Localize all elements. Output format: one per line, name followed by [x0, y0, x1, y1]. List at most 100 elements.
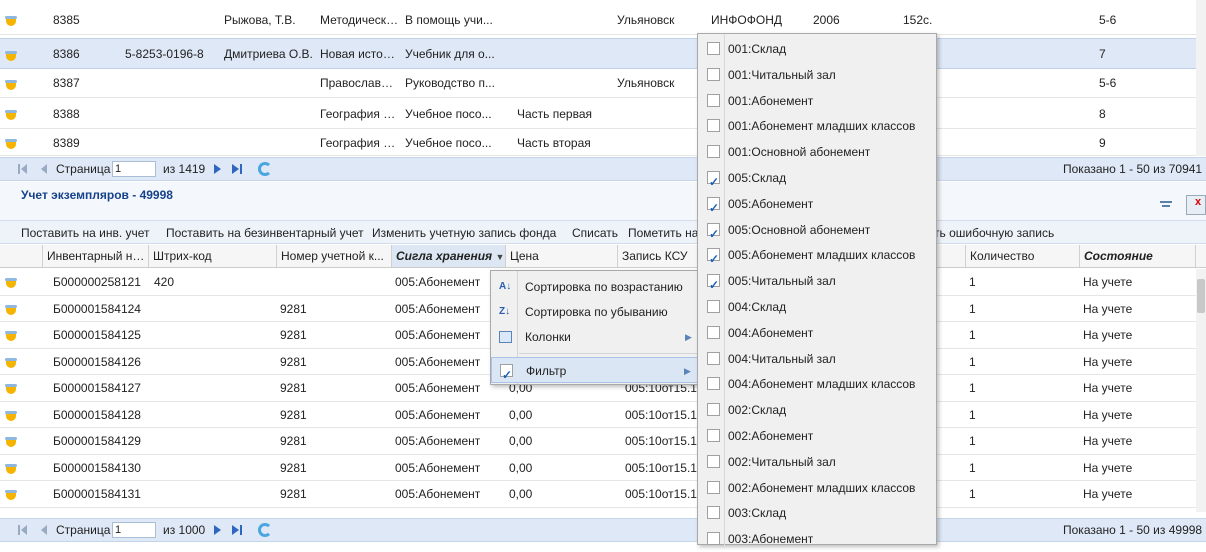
filter-lines-icon[interactable]: [1160, 201, 1172, 203]
table-row[interactable]: Б000001584128 9281 005:Абонемент 0,00 005:10…: [0, 402, 1206, 428]
filter-option[interactable]: 005:Склад: [698, 165, 936, 195]
bottom-grid-scrollbar[interactable]: [1196, 269, 1206, 512]
next-page-icon[interactable]: [214, 525, 221, 535]
cell-state: На учете: [1083, 354, 1133, 369]
page-input[interactable]: 1: [112, 522, 156, 538]
first-page-arrow-icon[interactable]: [21, 525, 27, 535]
checkbox-unchecked-icon[interactable]: [707, 403, 720, 417]
filter-option-label: 004:Читальный зал: [728, 351, 836, 366]
table-row[interactable]: 8389 География Бе... Учебное посо... Часть …: [0, 130, 1206, 156]
filter-option[interactable]: 003:Склад: [698, 500, 936, 526]
header-inv[interactable]: Инвентарный но...: [43, 245, 149, 267]
register-inv-button[interactable]: Поставить на инв. учет: [21, 226, 150, 240]
checkbox-unchecked-icon[interactable]: [707, 506, 720, 520]
prev-page-icon[interactable]: [41, 525, 47, 535]
table-row[interactable]: Б000001584129 9281 005:Абонемент 0,00 005:10…: [0, 428, 1206, 455]
table-row[interactable]: Б000001584131 9281 005:Абонемент 0,00 005:10…: [0, 481, 1206, 508]
mark-erroneous-button[interactable]: ть ошибочную запись: [934, 226, 1054, 240]
checkbox-checked-icon[interactable]: [707, 246, 720, 272]
write-off-button[interactable]: Списать: [572, 226, 618, 240]
header-qty[interactable]: Количество: [966, 245, 1080, 267]
filter-option[interactable]: 005:Абонемент младших классов: [698, 242, 936, 272]
first-page-icon[interactable]: [18, 525, 20, 535]
filter-option[interactable]: 001:Склад: [698, 36, 936, 62]
header-ksu[interactable]: Запись КСУ: [618, 245, 698, 267]
cell-inv: Б000000258121: [53, 275, 141, 289]
cell-inv: Б000001584128: [53, 407, 141, 422]
header-price[interactable]: Цена: [506, 245, 618, 267]
cell-state: На учете: [1083, 407, 1133, 422]
menu-columns[interactable]: Колонки ▶: [491, 324, 699, 350]
checkbox-checked-icon[interactable]: [707, 221, 720, 247]
checkbox-unchecked-icon[interactable]: [707, 429, 720, 442]
last-page-icon[interactable]: [240, 164, 242, 174]
filter-option[interactable]: 004:Абонемент младших классов: [698, 371, 936, 397]
filter-option[interactable]: 001:Абонемент младших классов: [698, 113, 936, 139]
header-sigla[interactable]: Сигла хранения ▼: [392, 245, 506, 267]
table-row[interactable]: 8386 5-8253-0196-8 Дмитриева О.В. Новая ист…: [0, 38, 1206, 69]
table-row[interactable]: Б000001584130 9281 005:Абонемент 0,00 005:10…: [0, 455, 1206, 481]
checkbox-checked-icon[interactable]: [707, 272, 720, 298]
checkbox-unchecked-icon[interactable]: [707, 325, 720, 339]
filter-option[interactable]: 004:Абонемент: [698, 320, 936, 346]
filter-option[interactable]: 001:Основной абонемент: [698, 139, 936, 165]
table-row[interactable]: 8387 Православна... Руководство п... Ульяно…: [0, 69, 1206, 98]
header-account[interactable]: Номер учетной к...: [277, 245, 392, 267]
header-hidden: [938, 245, 966, 267]
menu-sort-desc[interactable]: Z↓ Сортировка по убыванию: [491, 299, 699, 325]
next-page-icon[interactable]: [214, 164, 221, 174]
excel-export-icon[interactable]: x: [1186, 195, 1206, 215]
menu-filter[interactable]: Фильтр ▶: [491, 357, 699, 388]
checkbox-unchecked-icon[interactable]: [707, 532, 720, 546]
filter-option[interactable]: 003:Абонемент: [698, 526, 936, 552]
last-page-icon[interactable]: [240, 525, 242, 535]
checkbox-unchecked-icon[interactable]: [707, 480, 720, 494]
filter-option[interactable]: 004:Склад: [698, 294, 936, 320]
cell-part: Часть вторая: [517, 136, 591, 150]
filter-checkbox[interactable]: [500, 362, 513, 388]
register-noninv-button[interactable]: Поставить на безинвентарный учет: [166, 226, 364, 240]
cell-state: На учете: [1083, 275, 1133, 289]
top-grid-scrollbar[interactable]: [1196, 0, 1206, 156]
checkbox-unchecked-icon[interactable]: [707, 300, 720, 313]
scroll-thumb[interactable]: [1197, 279, 1205, 313]
mark-button[interactable]: Пометить на: [628, 226, 698, 240]
checkbox-checked-icon[interactable]: [707, 195, 720, 221]
refresh-icon[interactable]: [258, 523, 272, 537]
header-barcode[interactable]: Штрих-код: [149, 245, 277, 267]
checkbox-unchecked-icon[interactable]: [707, 119, 720, 133]
edit-fund-record-button[interactable]: Изменить учетную запись фонда: [372, 226, 556, 240]
checkbox-unchecked-icon[interactable]: [707, 145, 720, 159]
filter-option[interactable]: 004:Читальный зал: [698, 346, 936, 372]
table-row[interactable]: 8385 Рыжова, Т.В. Методические... В помощь …: [0, 5, 1206, 35]
prev-page-icon[interactable]: [41, 164, 47, 174]
checkbox-checked-icon[interactable]: [707, 169, 720, 195]
filter-option[interactable]: 001:Абонемент: [698, 88, 936, 114]
last-page-arrow-icon[interactable]: [232, 525, 239, 535]
last-page-arrow-icon[interactable]: [232, 164, 239, 174]
menu-sort-asc[interactable]: A↓ Сортировка по возрастанию: [491, 274, 699, 300]
filter-option[interactable]: 002:Абонемент: [698, 423, 936, 449]
filter-option[interactable]: 002:Абонемент младших классов: [698, 475, 936, 501]
first-page-icon[interactable]: [18, 164, 20, 174]
header-state[interactable]: Состояние: [1080, 245, 1196, 267]
filter-option[interactable]: 002:Склад: [698, 397, 936, 423]
page-input[interactable]: 1: [112, 161, 156, 177]
table-row[interactable]: 8388 География Бе... Учебное посо... Часть …: [0, 99, 1206, 129]
checkbox-unchecked-icon[interactable]: [707, 351, 720, 365]
checkbox-unchecked-icon[interactable]: [707, 67, 720, 81]
cell-grade: 5-6: [1099, 13, 1117, 27]
filter-option[interactable]: 005:Абонемент: [698, 191, 936, 221]
header-dropdown-icon[interactable]: ▼: [495, 252, 504, 262]
checkbox-unchecked-icon[interactable]: [707, 42, 720, 55]
checkbox-unchecked-icon[interactable]: [707, 377, 720, 391]
checkbox-unchecked-icon[interactable]: [707, 454, 720, 468]
filter-option[interactable]: 005:Основной абонемент: [698, 217, 936, 247]
filter-option-label: 002:Абонемент младших классов: [728, 480, 916, 495]
filter-option[interactable]: 001:Читальный зал: [698, 62, 936, 88]
filter-option[interactable]: 005:Читальный зал: [698, 268, 936, 298]
first-page-arrow-icon[interactable]: [21, 164, 27, 174]
refresh-icon[interactable]: [258, 162, 272, 176]
filter-option[interactable]: 002:Читальный зал: [698, 449, 936, 475]
checkbox-unchecked-icon[interactable]: [707, 93, 720, 107]
